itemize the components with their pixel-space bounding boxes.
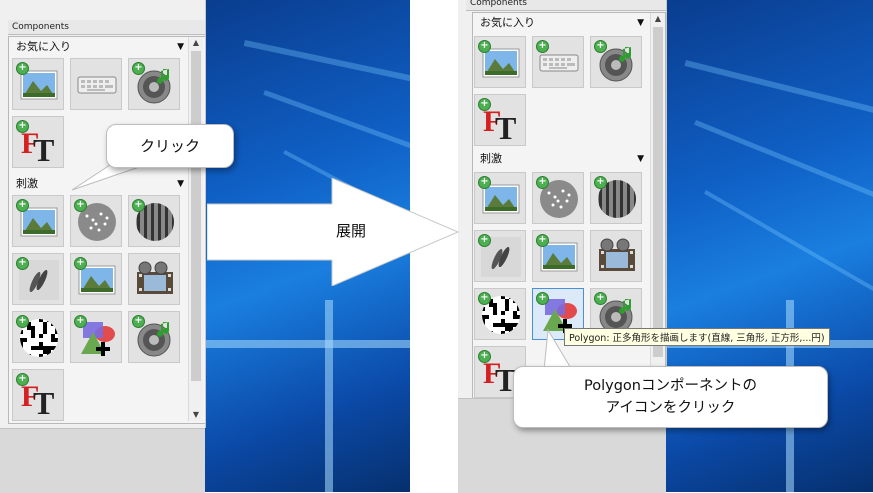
- component-tile-sound[interactable]: +: [590, 36, 642, 88]
- category-label: お気に入り: [16, 40, 71, 53]
- add-plus-icon[interactable]: +: [478, 350, 491, 363]
- scroll-up-icon[interactable]: ▲: [189, 37, 203, 49]
- add-plus-icon[interactable]: +: [132, 199, 145, 212]
- component-tile-polygon[interactable]: +: [70, 311, 122, 363]
- polygon-callout-line2: アイコンをクリック: [605, 400, 736, 416]
- scroll-thumb[interactable]: [191, 51, 201, 381]
- add-plus-icon[interactable]: +: [594, 40, 607, 53]
- add-plus-icon[interactable]: +: [16, 315, 29, 328]
- component-tile-movie[interactable]: [128, 253, 180, 305]
- component-tile-image[interactable]: +: [12, 58, 64, 110]
- component-tile-gabor[interactable]: +: [12, 253, 64, 305]
- component-tile-image[interactable]: +: [12, 195, 64, 247]
- add-plus-icon[interactable]: +: [16, 257, 29, 270]
- add-plus-icon[interactable]: +: [74, 315, 87, 328]
- category-label: お気に入り: [480, 16, 535, 29]
- film-reel-icon: [137, 261, 173, 294]
- scroll-up-icon[interactable]: ▲: [651, 13, 665, 25]
- collapse-arrow-icon[interactable]: ▼: [177, 39, 184, 55]
- component-tile-keyboard[interactable]: [70, 58, 122, 110]
- component-tile-dots[interactable]: +: [70, 195, 122, 247]
- polygon-callout: Polygonコンポーネントの アイコンをクリック: [513, 366, 828, 428]
- panel-header: Components: [8, 20, 205, 35]
- add-plus-icon[interactable]: +: [16, 199, 29, 212]
- component-tile-sound[interactable]: +: [128, 311, 180, 363]
- component-tile-dots[interactable]: +: [532, 172, 584, 224]
- component-tile-image[interactable]: +: [474, 172, 526, 224]
- click-callout: クリック: [106, 124, 234, 168]
- add-plus-icon[interactable]: +: [16, 373, 29, 386]
- component-tile-image[interactable]: +: [474, 36, 526, 88]
- collapse-arrow-icon[interactable]: ▼: [637, 151, 644, 167]
- category-stimulus[interactable]: 刺激 ▼: [480, 151, 644, 167]
- add-plus-icon[interactable]: +: [132, 62, 145, 75]
- add-plus-icon[interactable]: +: [16, 120, 29, 133]
- expand-arrow: [207, 178, 460, 286]
- category-label: 刺激: [480, 152, 502, 165]
- component-tile-image[interactable]: +: [70, 253, 122, 305]
- add-plus-icon[interactable]: +: [132, 315, 145, 328]
- add-plus-icon[interactable]: +: [536, 292, 549, 305]
- category-favorites[interactable]: お気に入り ▼: [16, 39, 184, 55]
- polygon-callout-line1: Polygonコンポーネントの: [584, 378, 757, 394]
- bottom-bar-left: [0, 428, 205, 493]
- add-plus-icon[interactable]: +: [74, 257, 87, 270]
- component-tile-sound[interactable]: +: [128, 58, 180, 110]
- film-reel-icon: [599, 238, 635, 271]
- component-tile-grating[interactable]: +: [590, 172, 642, 224]
- scrollbar[interactable]: ▲ ▼: [188, 37, 203, 421]
- add-plus-icon[interactable]: +: [594, 292, 607, 305]
- add-plus-icon[interactable]: +: [478, 98, 491, 111]
- component-tile-text[interactable]: F T +: [12, 369, 64, 421]
- component-tile-text[interactable]: F T +: [474, 94, 526, 146]
- add-plus-icon[interactable]: +: [16, 62, 29, 75]
- add-plus-icon[interactable]: +: [536, 234, 549, 247]
- add-plus-icon[interactable]: +: [478, 234, 491, 247]
- component-tile-movie[interactable]: [590, 230, 642, 282]
- scroll-thumb[interactable]: [653, 27, 663, 357]
- add-plus-icon[interactable]: +: [536, 176, 549, 189]
- svg-text:T: T: [33, 132, 54, 163]
- add-plus-icon[interactable]: +: [478, 40, 491, 53]
- add-plus-icon[interactable]: +: [536, 40, 549, 53]
- collapse-arrow-icon[interactable]: ▼: [637, 15, 644, 31]
- svg-text:T: T: [495, 110, 516, 141]
- component-tile-keyboard[interactable]: +: [532, 36, 584, 88]
- add-plus-icon[interactable]: +: [74, 199, 87, 212]
- add-plus-icon[interactable]: +: [478, 292, 491, 305]
- component-tile-gabor[interactable]: +: [474, 230, 526, 282]
- component-tile-noise[interactable]: +: [12, 311, 64, 363]
- svg-text:T: T: [33, 385, 54, 416]
- component-tile-image[interactable]: +: [532, 230, 584, 282]
- panel-header: Components: [466, 0, 666, 11]
- component-tile-text[interactable]: F T +: [12, 116, 64, 168]
- expand-arrow-label: 展開: [336, 222, 367, 240]
- category-label: 刺激: [16, 177, 38, 190]
- add-plus-icon[interactable]: +: [594, 176, 607, 189]
- category-favorites[interactable]: お気に入り ▼: [480, 15, 644, 31]
- scroll-down-icon[interactable]: ▼: [189, 409, 203, 421]
- component-tile-noise[interactable]: +: [474, 288, 526, 340]
- click-callout-label: クリック: [139, 137, 200, 155]
- keyboard-icon: [77, 76, 117, 94]
- polygon-tooltip: Polygon: 正多角形を描画します(直線, 三角形, 正方形,...円): [564, 328, 830, 346]
- add-plus-icon[interactable]: +: [478, 176, 491, 189]
- component-tile-grating[interactable]: +: [128, 195, 180, 247]
